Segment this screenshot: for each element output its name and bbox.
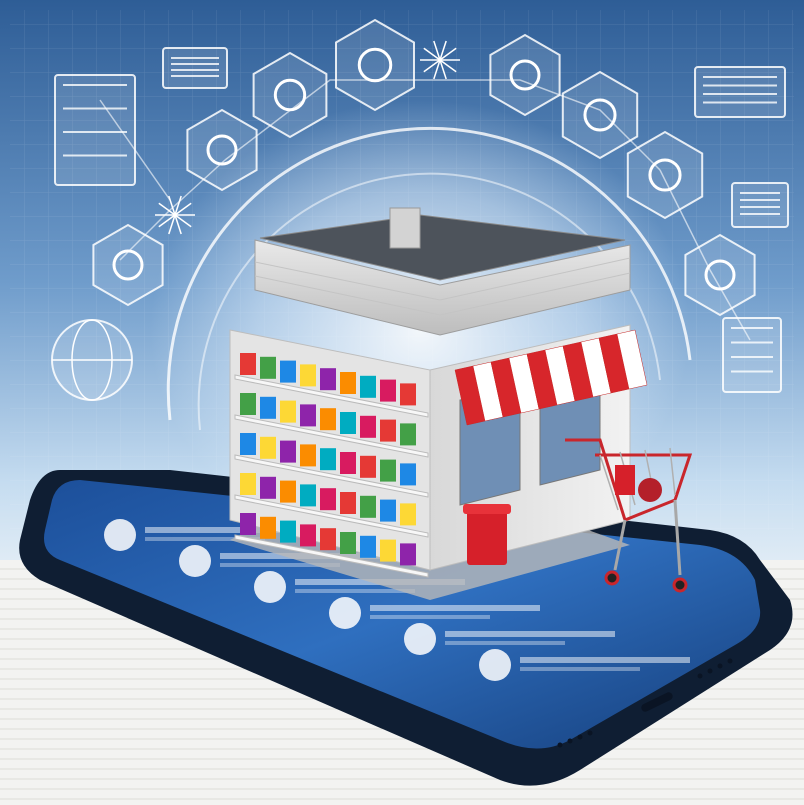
data-table-icon [731,182,789,228]
product-box [280,360,296,383]
product-box [260,436,276,459]
document-list-icon [54,74,136,186]
product-box [280,520,296,543]
product-box [240,393,256,415]
product-box [280,480,296,503]
product-box [240,473,256,495]
illustration-scene [0,0,804,805]
analytics-panel-icon [722,317,782,393]
red-trash-bin [463,504,511,565]
product-box [320,408,336,431]
product-box [360,495,376,518]
product-box [340,412,356,434]
product-box [300,524,316,547]
product-box [340,532,356,554]
product-box [380,499,396,522]
product-box [340,492,356,514]
product-box [240,353,256,375]
product-box [300,364,316,387]
mini-store [229,207,648,600]
browser-window-icon [162,47,228,89]
product-box [400,503,416,526]
product-box [320,448,336,471]
product-box [400,543,416,566]
globe-icon [51,319,133,401]
waveform-panel-icon [694,66,786,118]
product-box [340,372,356,394]
product-box [300,444,316,467]
product-box [240,433,256,455]
product-box [320,528,336,551]
product-box [300,484,316,507]
product-box [380,539,396,562]
product-box [380,459,396,482]
product-box [360,535,376,558]
product-box [360,415,376,438]
product-box [360,375,376,398]
product-box [280,440,296,463]
product-box [260,356,276,379]
product-box [320,488,336,511]
product-box [320,368,336,391]
product-box [260,476,276,499]
product-box [340,452,356,474]
product-box [280,400,296,423]
product-box [300,404,316,427]
product-box [400,423,416,446]
product-box [260,396,276,419]
product-box [400,463,416,486]
product-box [240,513,256,535]
product-box [260,516,276,539]
product-box [380,379,396,402]
product-box [380,419,396,442]
product-box [360,455,376,478]
product-box [400,383,416,406]
